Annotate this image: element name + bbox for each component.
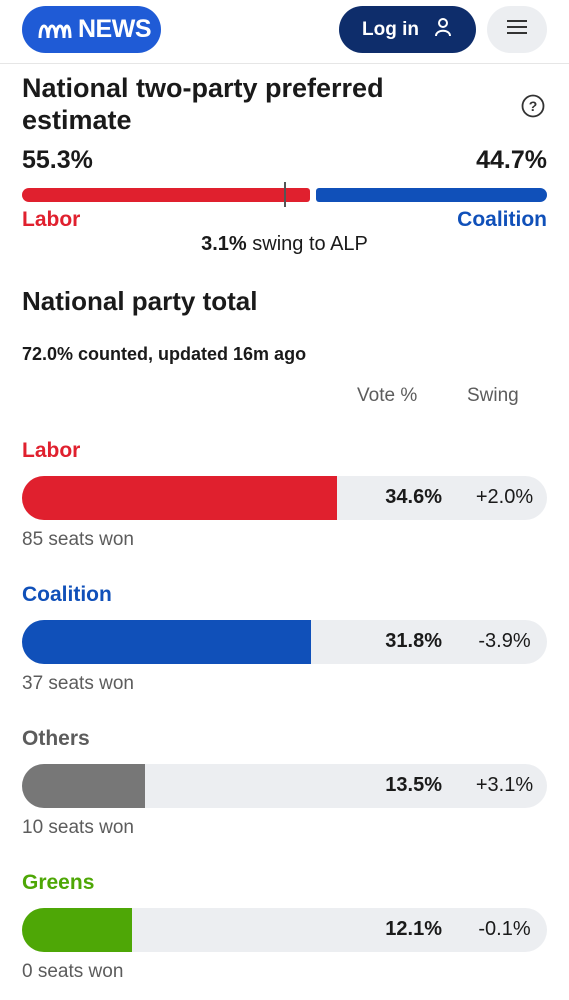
- svg-text:?: ?: [529, 98, 538, 114]
- logo-text: NEWS: [78, 15, 152, 43]
- party-name-labor: Labor: [22, 439, 81, 462]
- party-bar-labor: 34.6% +2.0%: [22, 476, 547, 520]
- party-bar-fill: [22, 764, 145, 808]
- coalition-tpp-percent: 44.7%: [476, 146, 547, 174]
- user-icon: [433, 17, 453, 42]
- party-vote: 34.6%: [385, 486, 442, 508]
- abc-news-logo[interactable]: NEWS: [22, 6, 161, 53]
- swing-column-header: Swing: [467, 385, 519, 406]
- site-header: NEWS Log in: [0, 0, 569, 64]
- coalition-tpp-label: Coalition: [457, 208, 547, 231]
- party-swing: +3.1%: [475, 774, 534, 796]
- party-seats-coalition: 37 seats won: [22, 673, 134, 694]
- party-vote: 12.1%: [385, 918, 442, 940]
- swing-summary: 3.1% swing to ALP: [0, 233, 569, 256]
- tpp-title: National two-party preferred estimate: [22, 73, 384, 135]
- menu-button[interactable]: [487, 6, 547, 53]
- help-icon[interactable]: ?: [521, 94, 545, 118]
- hamburger-icon: [506, 19, 528, 40]
- party-bar-fill: [22, 620, 311, 664]
- party-bar-fill: [22, 476, 337, 520]
- party-vote: 31.8%: [385, 630, 442, 652]
- party-name-coalition: Coalition: [22, 583, 112, 606]
- party-name-others: Others: [22, 727, 90, 750]
- swing-value: 3.1%: [201, 233, 247, 255]
- swing-text: swing to ALP: [246, 233, 368, 255]
- labor-tpp-label: Labor: [22, 208, 81, 231]
- party-bar-fill: [22, 908, 133, 952]
- party-bar-coalition: 31.8% -3.9%: [22, 620, 547, 664]
- login-label: Log in: [362, 18, 419, 40]
- party-swing: -3.9%: [478, 630, 531, 652]
- labor-tpp-bar: [22, 188, 310, 202]
- party-seats-greens: 0 seats won: [22, 961, 124, 982]
- national-total-title: National party total: [22, 286, 258, 316]
- counted-status: 72.0% counted, updated 16m ago: [22, 344, 307, 364]
- party-seats-others: 10 seats won: [22, 817, 134, 838]
- party-bar-greens: 12.1% -0.1%: [22, 908, 547, 952]
- labor-tpp-percent: 55.3%: [22, 146, 93, 174]
- party-swing: +2.0%: [475, 486, 534, 508]
- party-name-greens: Greens: [22, 871, 95, 894]
- vote-column-header: Vote %: [357, 385, 418, 406]
- login-button[interactable]: Log in: [339, 6, 476, 53]
- party-bar-others: 13.5% +3.1%: [22, 764, 547, 808]
- majority-marker: [284, 182, 286, 207]
- party-vote: 13.5%: [385, 774, 442, 796]
- party-swing: -0.1%: [478, 918, 531, 940]
- party-seats-labor: 85 seats won: [22, 529, 134, 550]
- abc-logo-icon: [38, 20, 72, 40]
- coalition-tpp-bar: [316, 188, 547, 202]
